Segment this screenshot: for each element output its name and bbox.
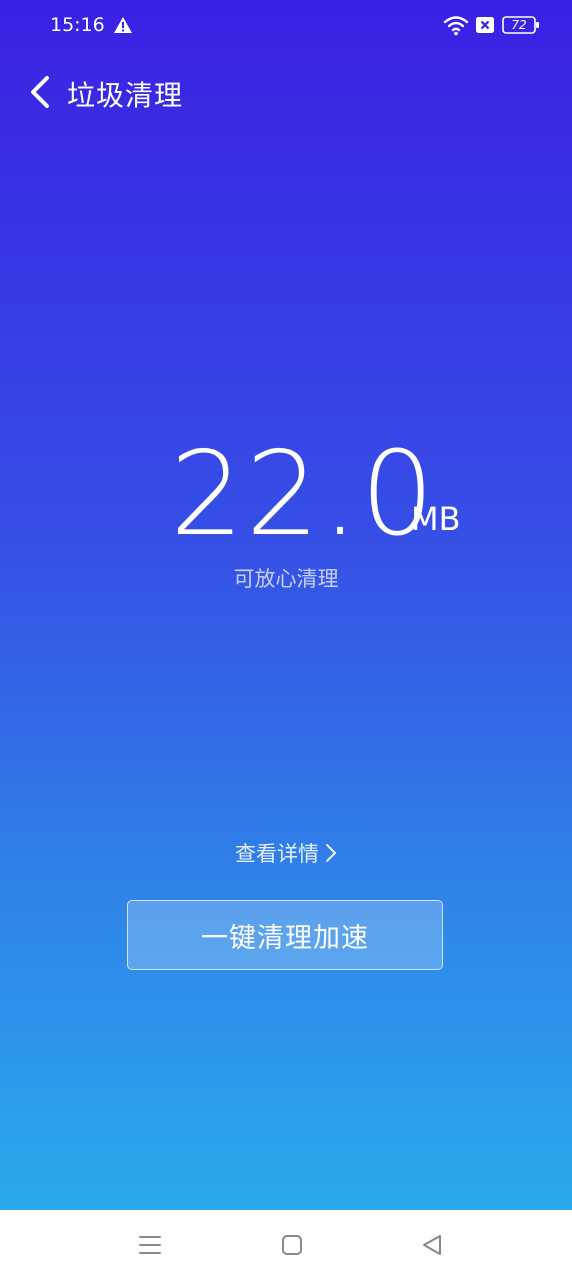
- status-bar: 15:16 72: [0, 0, 572, 52]
- page-title: 垃圾清理: [67, 79, 184, 112]
- status-time: 15:16: [50, 14, 105, 36]
- sim-icon: [476, 17, 494, 33]
- battery-level: 72: [511, 18, 527, 32]
- junk-size-value: 22.0: [170, 427, 437, 562]
- app-bar: 垃圾清理: [0, 62, 572, 122]
- view-details-link[interactable]: 查看详情: [0, 838, 572, 868]
- back-icon[interactable]: [420, 1232, 444, 1258]
- junk-size-unit: MB: [411, 500, 461, 538]
- menu-icon[interactable]: [138, 1232, 162, 1258]
- system-nav-bar: [0, 1210, 572, 1280]
- home-icon[interactable]: [280, 1233, 304, 1257]
- chevron-right-icon: [326, 844, 336, 862]
- view-details-label: 查看详情: [235, 842, 319, 866]
- warning-icon: [114, 17, 132, 33]
- junk-size-display: 22.0 MB: [0, 430, 572, 560]
- one-click-clean-button[interactable]: 一键清理加速: [127, 900, 443, 970]
- battery-icon: 72: [502, 15, 540, 35]
- screen: 15:16 72 垃圾清理 22.0 MB 可放心清理 查看详情 一键清理加速: [0, 0, 572, 1210]
- chevron-left-icon: [31, 76, 49, 108]
- junk-hint: 可放心清理: [233, 567, 339, 591]
- wifi-icon: [443, 16, 469, 36]
- back-button[interactable]: [18, 68, 62, 116]
